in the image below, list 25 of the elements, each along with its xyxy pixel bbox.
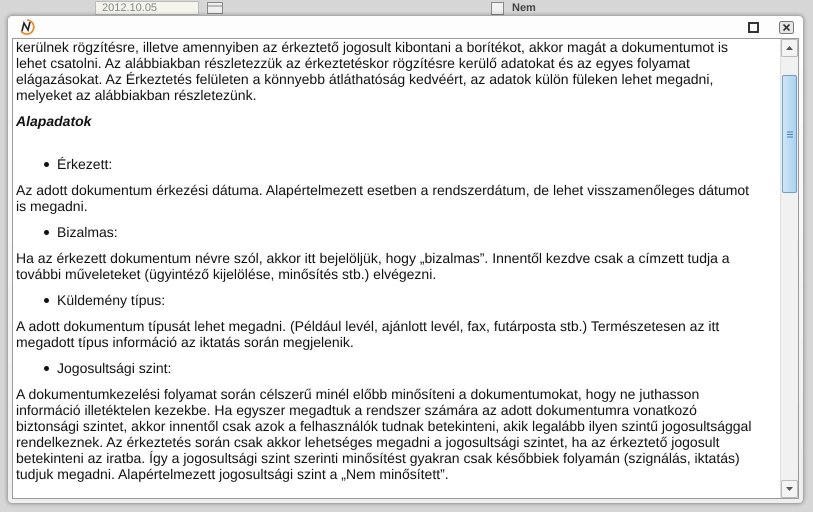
calendar-icon[interactable] xyxy=(207,2,223,14)
paragraph: A adott dokumentum típusát lehet megadni. (Például levél, ajánlott levél, fax, futárposta stb.) Természetesen az itt megadott típus információ az iktatás során megjelenik. xyxy=(16,318,720,350)
paragraph: A dokumentumkezelési folyamat során célszerű minél előbb minősíteni a dokumentumokat, hogy ne juthasson információ illetéktelen kezekbe. Ha egyszer megadtuk a rendszer számára az adott dokumentumra vonatkozó biztonsági szintet, akkor innentől csak azok a felhasználók tudnak betekinteni, akik legalább ilyen szintű jogosultsággal rendelkeznek. Az érkeztetés során csak akkor lehetséges megadni a jogosultsági szintet, ha az érkeztető jogosult betekinteni az iratba. Így a jogosultsági szint szerinti minősítést gyakran csak későbbiek folyamán (szignálás, iktatás) tudjuk megadni. Alapértelmezett jogosultsági szint a „Nem minősített”. xyxy=(16,386,752,482)
scroll-thumb[interactable] xyxy=(782,75,797,193)
close-icon[interactable] xyxy=(779,20,794,34)
scroll-up-icon[interactable] xyxy=(781,39,798,57)
logo-icon xyxy=(18,18,36,36)
scrollbar[interactable] xyxy=(780,39,798,498)
bullet-icon xyxy=(44,366,49,370)
section-heading: Alapadatok xyxy=(16,113,93,129)
list-item: Érkezett: xyxy=(57,156,112,172)
checkbox-label: Nem xyxy=(512,2,536,14)
paragraph: kerülnek rögzítésre, illetve amennyiben az érkeztető jogosult kibontani a borítékot, akkor magát a dokumentumot is lehet csatolni. Az alábbiakban részletezzük az érkeztetéskor rögzítésre kerülő adatokat és az egyes folyamat elágazásokat. Az Érkeztetés felületen a könnyebb átláthatóság kedvéért, az adatok külön füleken lehet megadni, melyeket az alábbiakban részletezünk. xyxy=(16,39,730,103)
paragraph: Ha az érkezett dokumentum névre szól, akkor itt bejelöljük, hogy „bizalmas”. Innentől kezdve csak a címzett tudja a további műveleteket (ügyintéző kijelölése, minősítés stb.) elvégezni. xyxy=(16,250,731,282)
checkbox[interactable] xyxy=(491,2,504,14)
scroll-down-icon[interactable] xyxy=(781,480,798,498)
list-item: Küldemény típus: xyxy=(57,292,166,308)
paragraph: Az adott dokumentum érkezési dátuma. Alapértelmezett esetben a rendszerdátum, de lehet visszamenőleges dátumot is megadni. xyxy=(16,182,750,214)
list-item: Bizalmas: xyxy=(57,224,118,240)
maximize-icon[interactable] xyxy=(748,22,759,32)
list-item: Jogosultsági szint: xyxy=(57,360,172,376)
bullet-icon xyxy=(44,230,49,234)
date-field[interactable]: 2012.10.05 xyxy=(95,1,199,15)
bullet-icon xyxy=(44,298,49,302)
bullet-icon xyxy=(44,162,49,166)
